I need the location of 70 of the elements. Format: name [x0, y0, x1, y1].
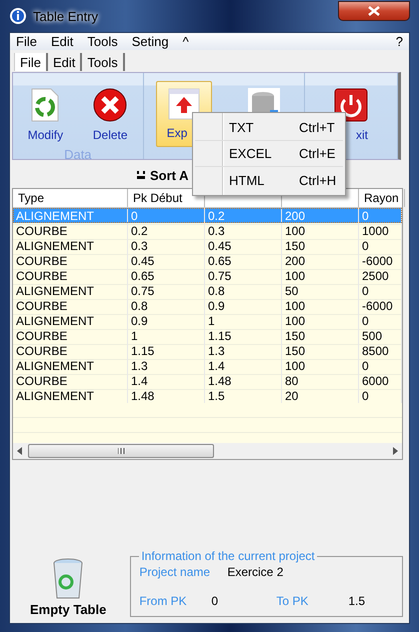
table-cell: COURBE	[13, 268, 128, 285]
field-value: 0	[211, 594, 220, 610]
table-cell: 2500	[359, 268, 402, 285]
table-cell: COURBE	[13, 343, 128, 360]
field-value: 1.5	[348, 594, 366, 610]
table-cell: 0.75	[205, 268, 282, 285]
field-label: From PK	[139, 594, 188, 610]
table-cell: 1.3	[128, 358, 205, 375]
table-cell: 0	[359, 238, 402, 255]
table-cell: 6000	[359, 373, 402, 390]
field-label: To PK	[276, 594, 310, 610]
table-cell: 0.9	[205, 298, 282, 315]
table-cell: 0	[128, 208, 205, 225]
table-cell: COURBE	[13, 328, 128, 345]
table-cell: 0	[359, 283, 402, 300]
panel-title: Information of the current project	[140, 549, 316, 563]
table-cell: 0.2	[205, 208, 282, 225]
table-cell: 100	[282, 298, 359, 315]
table-cell: 50	[282, 283, 359, 300]
table-cell: 0.3	[128, 238, 205, 255]
table-cell: ALIGNEMENT	[13, 313, 128, 330]
table-cell: 0.45	[205, 238, 282, 255]
table-cell: ALIGNEMENT	[13, 283, 128, 300]
table-cell: 0.8	[205, 283, 282, 300]
table-cell: 150	[282, 238, 359, 255]
table-cell: 100	[282, 223, 359, 240]
table-cell: 0.65	[128, 268, 205, 285]
table-cell: ALIGNEMENT	[13, 208, 128, 225]
table-cell: 1.15	[205, 328, 282, 345]
table-cell: 0.3	[205, 223, 282, 240]
table-cell: 1.48	[205, 373, 282, 390]
table-cell: COURBE	[13, 253, 128, 270]
table-cell: 1000	[359, 223, 402, 240]
table-cell: 0.65	[205, 253, 282, 270]
table-cell: 200	[282, 253, 359, 270]
table-cell: 8500	[359, 343, 402, 360]
window-title: Table Entry	[33, 8, 98, 24]
table-cell: 0.45	[128, 253, 205, 270]
table-cell: ALIGNEMENT	[13, 238, 128, 255]
table-cell: 80	[282, 373, 359, 390]
table-cell: 500	[359, 328, 402, 345]
table-cell: COURBE	[13, 373, 128, 390]
table-cell: -6000	[359, 253, 402, 270]
sort-label: Sort A	[150, 168, 189, 182]
table-cell: 1.4	[128, 373, 205, 390]
table-cell: 1	[205, 313, 282, 330]
table-cell: 150	[282, 343, 359, 360]
table-cell: 1.4	[205, 358, 282, 375]
table-cell: 0	[359, 208, 402, 225]
table-cell: -6000	[359, 298, 402, 315]
table-cell: 100	[282, 268, 359, 285]
table-cell: 0.9	[128, 313, 205, 330]
table-cell: 0	[359, 358, 402, 375]
field-label: Project name	[139, 565, 212, 581]
table-cell: 200	[282, 208, 359, 225]
table-cell: 1.3	[205, 343, 282, 360]
table-cell: 150	[282, 328, 359, 345]
table-cell: 0.2	[128, 223, 205, 240]
table-cell: ALIGNEMENT	[13, 358, 128, 375]
group-label: Data	[63, 147, 93, 162]
table-cell: 100	[282, 358, 359, 375]
table-cell: COURBE	[13, 298, 128, 315]
table-cell: 0.75	[128, 283, 205, 300]
table-cell: 0	[359, 313, 402, 330]
field-value: Exercice 2	[227, 565, 284, 581]
table-cell: 1	[128, 328, 205, 345]
table-cell: COURBE	[13, 223, 128, 240]
table-cell: 100	[282, 313, 359, 330]
table-cell: 0.8	[128, 298, 205, 315]
table-cell: 1.15	[128, 343, 205, 360]
